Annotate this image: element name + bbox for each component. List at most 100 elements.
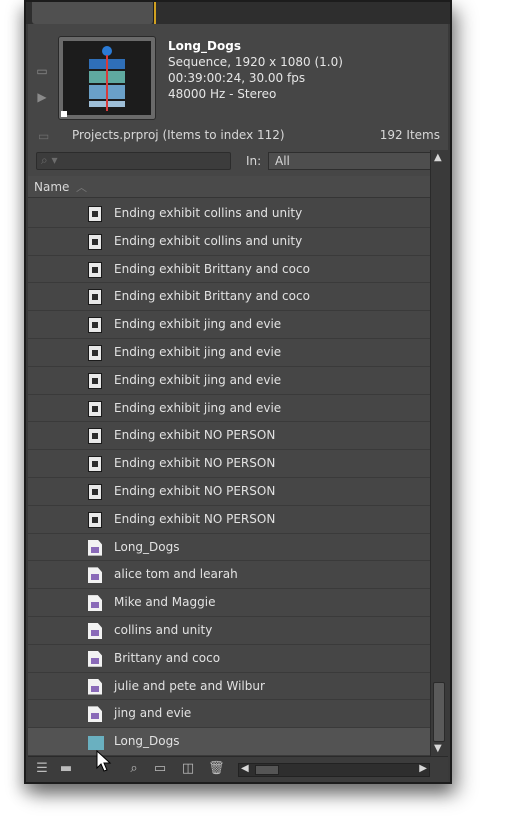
scroll-down-icon[interactable]: ▼ [434,743,442,754]
list-item[interactable]: collins and unity [28,616,430,645]
item-count: 192 Items [379,128,440,142]
audio-clip-icon [88,372,102,389]
new-item-icon[interactable]: ◫ [180,761,196,776]
sequence-file-icon [88,539,102,556]
audio-clip-icon [88,456,102,473]
list-item-label: Ending exhibit jing and evie [114,400,282,415]
preview-side-icons: ▭ ▶ [34,64,54,116]
project-info-row: ▭ Projects.prproj (Items to index 112) 1… [28,124,448,148]
in-dropdown[interactable]: All [268,152,432,170]
audio-clip-icon [88,344,102,361]
audio-clip-icon [88,233,102,250]
list-item-label: Ending exhibit Brittany and coco [114,261,310,276]
list-item-label: Ending exhibit NO PERSON [114,428,276,443]
audio-clip-icon [88,428,102,445]
trash-icon[interactable]: 🗑 [208,761,225,776]
horizontal-scrollbar[interactable]: ◀ ▶ [238,763,430,777]
tab-accent [154,2,156,24]
audio-clip-icon [88,317,102,334]
list-item[interactable]: Ending exhibit NO PERSON [28,450,430,478]
sequence-file-icon [88,622,102,639]
list-item-label: collins and unity [114,622,213,637]
list-item[interactable]: Long_Dogs [28,728,430,756]
sequence-file-icon [88,567,102,584]
sequence-file-icon [88,595,102,612]
sequence-audio: 48000 Hz - Stereo [168,87,277,101]
list-item-label: Ending exhibit NO PERSON [114,456,276,471]
list-item-label: jing and evie [114,706,192,721]
list-item[interactable]: Ending exhibit jing and evie [28,366,430,395]
project-name: Projects.prproj (Items to index 112) [72,128,285,142]
list-item[interactable]: Ending exhibit NO PERSON [28,505,430,534]
search-icon[interactable]: ⌕ ▾ [41,153,58,168]
audio-clip-icon [88,206,102,222]
sequence-thumbnail [58,36,156,120]
list-item[interactable]: Ending exhibit collins and unity [28,227,430,256]
new-bin-icon[interactable]: ▭ [152,761,168,776]
scroll-up-icon[interactable]: ▲ [434,152,442,163]
audio-clip-icon [88,261,102,278]
icon-view-icon[interactable]: ▬ [58,761,74,776]
list-item[interactable]: jing and evie [28,700,430,729]
list-item-label: Ending exhibit collins and unity [114,233,303,248]
list-item[interactable]: julie and pete and Wilbur [28,672,430,701]
list-item[interactable]: Ending exhibit jing and evie [28,311,430,339]
sequence-title: Long_Dogs [168,39,241,53]
column-name-header[interactable]: Name [34,180,69,194]
find-icon[interactable]: ⌕ [126,761,142,776]
list-item-label: Brittany and coco [114,650,221,665]
list-item[interactable]: Ending exhibit Brittany and coco [28,283,430,312]
sequence-icon [88,736,104,751]
vertical-scrollbar[interactable]: ▲ ▼ [430,150,448,756]
column-header: Name ︿ [28,176,430,198]
thumbnail-image [63,41,151,115]
list-item[interactable]: Ending exhibit NO PERSON [28,477,430,506]
list-item[interactable]: alice tom and learah [28,561,430,590]
list-item-label: Long_Dogs [114,734,180,749]
sequence-thumbnail-art [63,41,151,115]
sequence-timing: 00:39:00:24, 30.00 fps [168,71,306,85]
tab-project[interactable] [32,2,154,24]
search-row: ⌕ ▾ In: All [28,150,448,172]
list-item[interactable]: Ending exhibit collins and unity [28,200,430,228]
audio-clip-icon [88,511,102,528]
sequence-file-icon [88,706,102,723]
tab-strip [26,2,450,24]
list-item-label: alice tom and learah [114,567,238,582]
scroll-left-icon[interactable]: ◀ [241,763,249,774]
list-item[interactable]: Brittany and coco [28,644,430,673]
list-item[interactable]: Ending exhibit jing and evie [28,394,430,423]
poster-frame-icon[interactable]: ▭ [34,64,50,78]
sequence-details: Sequence, 1920 x 1080 (1.0) [168,55,343,69]
sequence-info: Long_Dogs Sequence, 1920 x 1080 (1.0) 00… [168,38,343,102]
audio-clip-icon [88,289,102,306]
audio-clip-icon [88,483,102,500]
list-item-label: Ending exhibit Brittany and coco [114,289,310,304]
mouse-cursor-icon [96,750,112,772]
folder-icon: ▭ [38,129,50,143]
sequence-file-icon [88,678,102,695]
audio-clip-icon [88,400,102,417]
preview-area: ▭ ▶ Long_Dogs Sequence, 1920 x 1080 (1.0… [28,24,448,124]
list-item-label: Long_Dogs [114,539,180,554]
list-item-label: Ending exhibit jing and evie [114,317,282,332]
search-input[interactable]: ⌕ ▾ [36,152,231,170]
bottom-toolbar: ☰ ▬ ⌕ ▭ ◫ 🗑 ◀ ▶ [28,756,448,782]
list-item[interactable]: Long_Dogs [28,533,430,562]
play-icon[interactable]: ▶ [34,90,50,104]
horizontal-scroll-thumb[interactable] [255,765,279,775]
list-item-label: Ending exhibit jing and evie [114,372,282,387]
sort-ascending-icon[interactable]: ︿ [76,179,87,195]
list-item[interactable]: Ending exhibit NO PERSON [28,422,430,451]
list-item-label: Ending exhibit NO PERSON [114,511,276,526]
list-item-label: Ending exhibit jing and evie [114,344,282,359]
list-item-label: Mike and Maggie [114,595,216,610]
list-view-icon[interactable]: ☰ [34,761,50,776]
scroll-right-icon[interactable]: ▶ [419,763,427,774]
project-panel: ▭ ▶ Long_Dogs Sequence, 1920 x 1080 (1.0… [24,0,452,784]
list-item[interactable]: Ending exhibit jing and evie [28,338,430,367]
list-item[interactable]: Mike and Maggie [28,589,430,617]
list-item[interactable]: Ending exhibit Brittany and coco [28,255,430,284]
scroll-thumb[interactable] [433,682,445,742]
thumbnail-handle[interactable] [61,111,67,117]
